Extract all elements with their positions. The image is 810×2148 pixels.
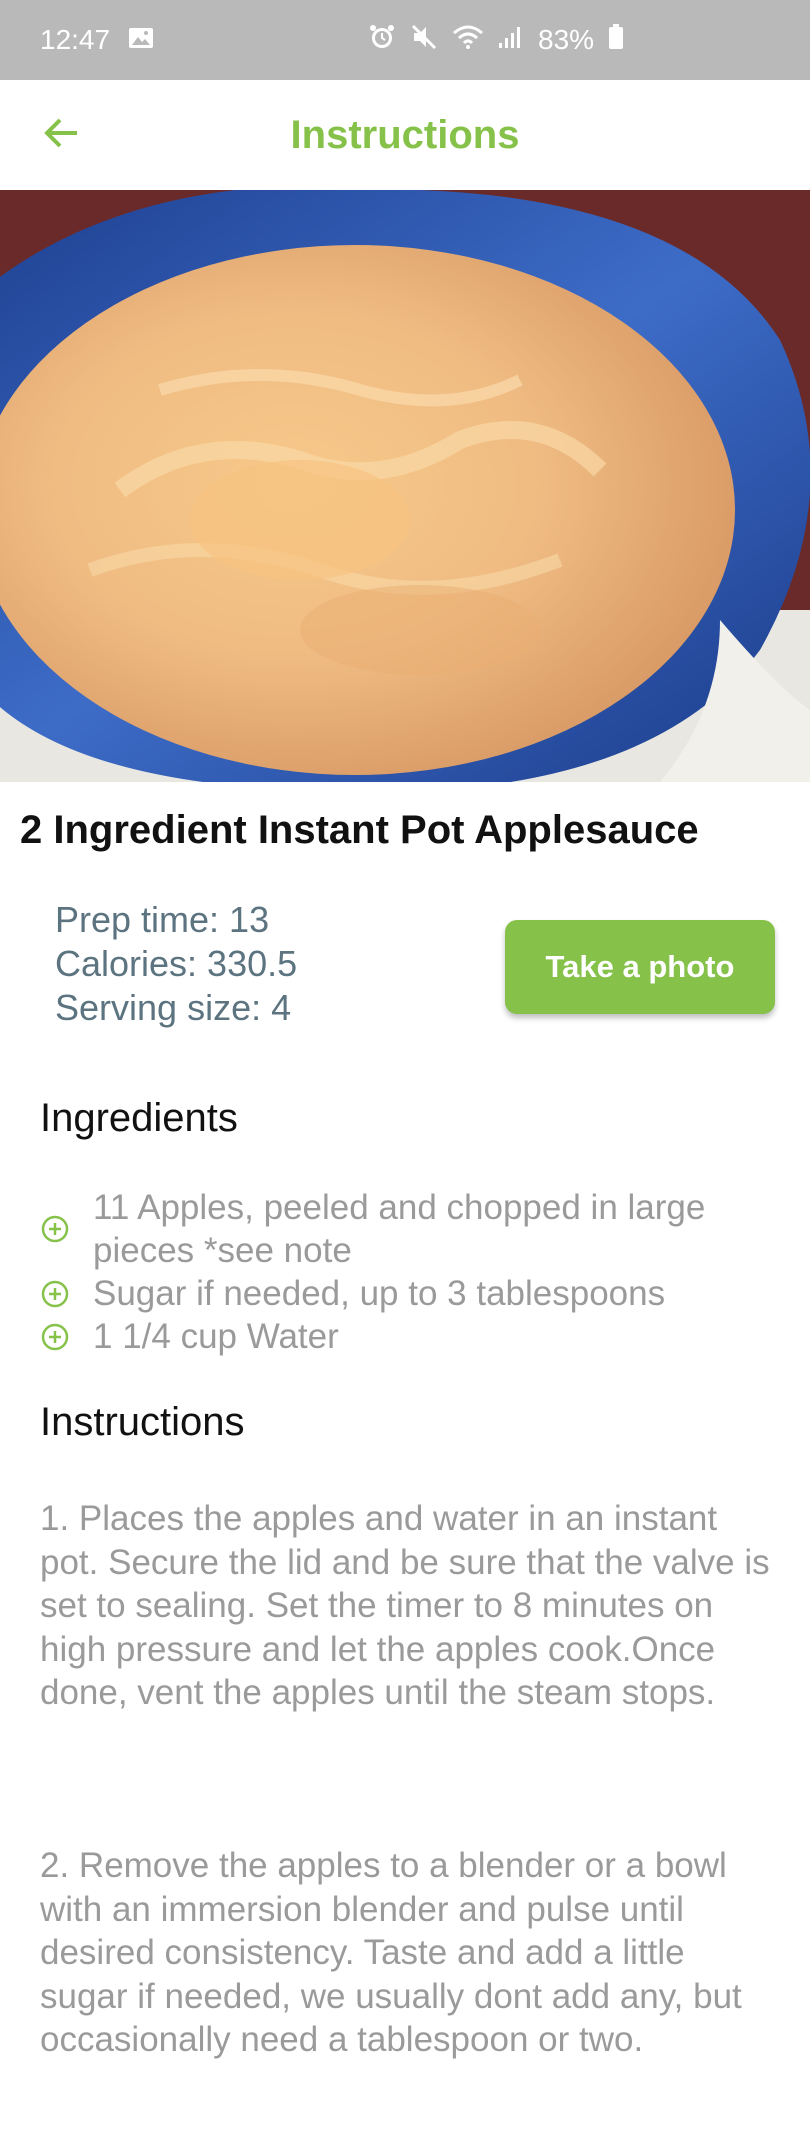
list-item: Sugar if needed, up to 3 tablespoons — [40, 1272, 780, 1315]
plus-circle-icon[interactable] — [40, 1315, 93, 1358]
ingredient-text: 11 Apples, peeled and chopped in large p… — [93, 1188, 706, 1270]
ingredients-heading: Ingredients — [40, 1096, 238, 1140]
list-item: 1 1/4 cup Water — [40, 1315, 780, 1358]
arrow-left-icon — [43, 117, 79, 154]
ingredients-list: 11 Apples, peeled and chopped in large p… — [40, 1186, 780, 1358]
page-title: Instructions — [290, 112, 520, 157]
instructions-heading: Instructions — [40, 1400, 245, 1444]
ingredient-text: 1 1/4 cup Water — [93, 1317, 339, 1356]
list-item: 11 Apples, peeled and chopped in large p… — [40, 1186, 780, 1272]
signal-icon — [498, 24, 524, 56]
instruction-step: 1. Places the apples and water in an ins… — [40, 1499, 770, 1712]
recipe-title: 2 Ingredient Instant Pot Applesauce — [20, 808, 699, 852]
serving-size: Serving size: 4 — [55, 987, 292, 1028]
recipe-image — [0, 190, 810, 782]
mute-icon — [410, 23, 438, 58]
status-bar: 12:47 83% — [0, 0, 810, 80]
alarm-icon — [368, 23, 396, 58]
battery-percent: 83% — [538, 24, 595, 55]
plus-circle-icon[interactable] — [40, 1214, 93, 1244]
battery-icon — [608, 23, 624, 57]
calories: Calories: 330.5 — [55, 943, 298, 984]
prep-time: Prep time: 13 — [55, 899, 270, 940]
ingredient-text: Sugar if needed, up to 3 tablespoons — [93, 1274, 666, 1313]
wifi-icon — [452, 24, 484, 57]
recipe-meta: Prep time: 13 Calories: 330.5 Serving si… — [55, 898, 297, 1030]
status-time: 12:47 — [40, 24, 111, 55]
back-button[interactable] — [36, 110, 86, 160]
image-icon — [128, 24, 154, 56]
plus-circle-icon[interactable] — [40, 1272, 93, 1315]
instruction-step: 2. Remove the apples to a blender or a b… — [40, 1846, 742, 2059]
app-bar: Instructions — [0, 80, 810, 190]
take-photo-button[interactable]: Take a photo — [505, 920, 775, 1014]
